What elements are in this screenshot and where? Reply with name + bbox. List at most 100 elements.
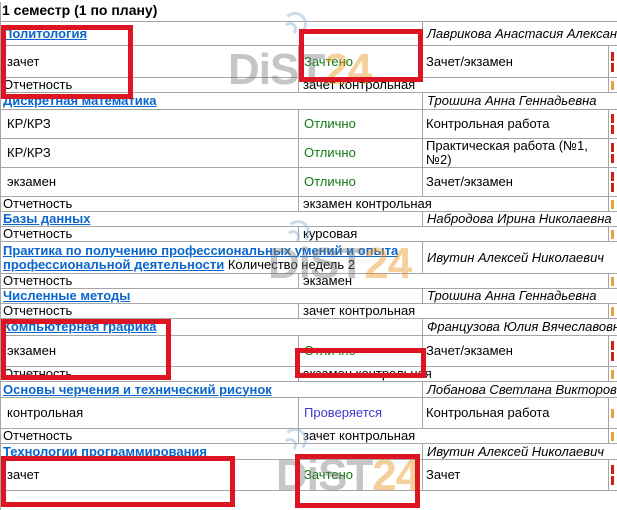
subject-link[interactable]: Компьютерная графика [3,319,156,334]
grade-value: Отлично [304,116,356,131]
clipped-cell [609,110,617,139]
table-row: КР/КРЗ Отлично Контрольная работа [1,110,617,139]
table-row: Практика по получению профессиональных у… [1,242,617,274]
report-label-cell: Отчетность [1,429,299,444]
subject-link[interactable]: Базы данных [3,211,90,226]
table-row: контрольнаяПроверяетсяКонтрольная работа [1,398,617,429]
subject-cell: Политология [1,22,423,46]
work-type-cell: Практическая работа (№1, №2) [423,139,609,168]
teacher-cell: Французова Юлия Вячеславовна [423,319,617,336]
subject-cell: Основы черчения и технический рисунок [1,382,423,398]
clipped-content [611,200,614,209]
grade-value-cell: Отлично [299,139,423,168]
subject-cell: Компьютерная графика [1,319,423,336]
clipped-content [611,154,614,163]
grade-value: Проверяется [304,405,382,420]
grade-type-cell: зачет [1,46,299,78]
clipped-content [611,465,614,474]
clipped-content [611,476,614,485]
subject-cell: Численные методы [1,289,423,304]
teacher-cell: Лаврикова Анастасия Александровна [423,22,617,46]
grade-value: Зачтено [304,54,353,69]
work-type-cell: Контрольная работа [423,398,609,429]
report-label-cell: Отчетность [1,367,299,382]
teacher-name: Набродова Ирина Николаевна [427,211,612,226]
report-label-cell: Отчетность [1,227,299,242]
work-type-cell: Зачет/экзамен [423,336,609,367]
report-value-cell: экзамен контрольная [299,367,609,382]
subject-cell: Технологии программирования [1,444,423,460]
table-row: Технологии программирования Ивутин Алексе… [1,444,617,460]
report-label-cell: Отчетность [1,304,299,319]
subject-link[interactable]: Численные методы [3,288,130,303]
work-type-cell: Зачет/экзамен [423,168,609,197]
clipped-content [611,81,614,90]
grade-value: Отлично [304,145,356,160]
subject-cell: Дискретная математика [1,93,423,110]
clipped-content [611,370,614,379]
clipped-content [611,114,614,123]
clipped-cell [609,429,617,444]
subject-link[interactable]: Политология [3,26,87,41]
clipped-cell [609,304,617,319]
report-value-cell: экзамен [299,274,609,289]
clipped-content [611,230,614,239]
subject-link[interactable]: Дискретная математика [3,93,157,108]
clipped-content [611,352,614,361]
clipped-content [611,409,614,418]
table-row: Основы черчения и технический рисунок Лоб… [1,382,617,398]
clipped-cell [609,398,617,429]
grade-value-cell: Отлично [299,336,423,367]
grade-value-cell: Отлично [299,168,423,197]
grade-type-cell: экзамен [1,168,299,197]
teacher-cell: Трошина Анна Геннадьевна [423,289,617,304]
teacher-name: Трошина Анна Геннадьевна [427,288,597,303]
teacher-cell: Лобанова Светлана Викторовна [423,382,617,398]
clipped-content [611,172,614,181]
grade-value-cell: Зачтено [299,46,423,78]
table-row: Базы данных Набродова Ирина Николаевна [1,212,617,227]
work-type-cell: Зачет/экзамен [423,46,609,78]
teacher-cell: Ивутин Алексей Николаевич [423,242,617,274]
table-row: Отчетностьзачет контрольная [1,78,617,93]
clipped-cell [609,227,617,242]
subject-link[interactable]: Технологии программирования [3,444,207,459]
teacher-name: Трошина Анна Геннадьевна [427,93,597,108]
clipped-content [611,307,614,316]
grade-value-cell: Зачтено [299,460,423,491]
clipped-content [611,143,614,152]
table-row: экзаменОтличноЗачет/экзамен [1,336,617,367]
teacher-name: Лаврикова Анастасия Александровна [427,26,617,41]
grade-value: Отлично [304,343,356,358]
clipped-content [611,52,614,61]
report-value-cell: курсовая [299,227,609,242]
grade-value-cell: Проверяется [299,398,423,429]
table-row: Отчетностькурсовая [1,227,617,242]
teacher-name: Французова Юлия Вячеславовна [427,319,617,334]
clipped-content [611,125,614,134]
work-type-cell: Контрольная работа [423,110,609,139]
report-value-cell: зачет контрольная [299,429,609,444]
clipped-cell [609,78,617,93]
subject-cell: Базы данных [1,212,423,227]
report-value-cell: зачет контрольная [299,78,609,93]
table-row: Отчетностьэкзамен контрольная [1,367,617,382]
grade-type-cell: КР/КРЗ [1,110,299,139]
table-row: КР/КРЗОтличноПрактическая работа (№1, №2… [1,139,617,168]
subject-cell: Практика по получению профессиональных у… [1,242,423,274]
clipped-cell [609,168,617,197]
grades-table: Политология Лаврикова Анастасия Александр… [0,21,617,491]
grade-type-cell: зачет [1,460,299,491]
clipped-cell [609,197,617,212]
table-row: Отчетностьзачет контрольная [1,304,617,319]
teacher-name: Ивутин Алексей Николаевич [427,444,604,459]
table-row: Компьютерная графика Французова Юлия Вяче… [1,319,617,336]
clipped-cell [609,46,617,78]
subject-link[interactable]: Основы черчения и технический рисунок [3,382,272,397]
grade-value: Зачтено [304,467,353,482]
table-row: Отчетностьэкзамен [1,274,617,289]
clipped-cell [609,460,617,491]
grade-value: Отлично [304,174,356,189]
teacher-name: Лобанова Светлана Викторовна [427,382,617,397]
table-row: зачетЗачтеноЗачет [1,460,617,491]
